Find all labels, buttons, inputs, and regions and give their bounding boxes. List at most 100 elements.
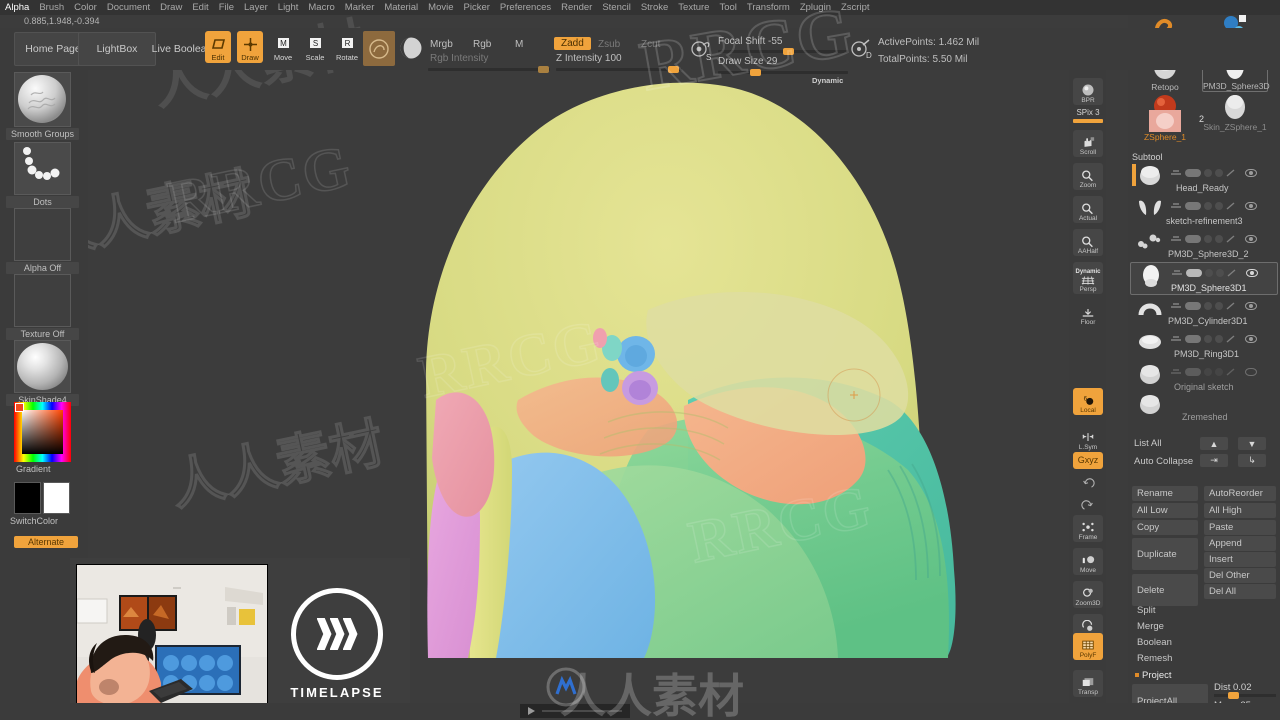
collapse-right-button[interactable]: ⇥ — [1200, 454, 1228, 467]
tool-item-skin-zsphere[interactable]: Skin_ZSphere_1 — [1202, 92, 1268, 132]
mode-dot[interactable] — [1215, 367, 1223, 376]
actual-button[interactable]: Actual — [1073, 196, 1103, 223]
material-thumbnail[interactable] — [14, 340, 71, 393]
rgb-toggle[interactable]: Rgb — [473, 39, 491, 50]
switch-color-block[interactable]: SwitchColor — [10, 482, 71, 527]
lsym-button[interactable]: L.Sym — [1073, 425, 1103, 452]
rgb-intensity-slider[interactable] — [428, 66, 550, 73]
merge-button[interactable]: Merge — [1132, 618, 1276, 634]
edit-button[interactable]: Edit — [205, 31, 231, 63]
draw-button[interactable]: Draw — [237, 31, 263, 63]
stroke-selector[interactable]: Dots — [6, 142, 79, 208]
eye-icon[interactable] — [1245, 234, 1257, 243]
stroke-thumbnail[interactable]: S — [689, 38, 713, 62]
table-row[interactable]: Head_Ready — [1130, 163, 1278, 196]
zoom3d-button[interactable]: Zoom3D — [1073, 581, 1103, 608]
scroll-button[interactable]: Scroll — [1073, 130, 1103, 157]
table-row[interactable]: sketch-refinement3 — [1130, 196, 1278, 229]
move-nav-button[interactable]: Move — [1073, 548, 1103, 575]
mode-dot[interactable] — [1204, 367, 1212, 376]
menu-item[interactable]: Preferences — [495, 0, 556, 15]
tool-item-zsphere-1[interactable]: 2 ZSphere_1 — [1132, 110, 1204, 142]
alternate-button[interactable]: Alternate — [14, 536, 78, 548]
eye-icon[interactable] — [1245, 301, 1257, 310]
subtool-row-icons[interactable] — [1170, 366, 1274, 377]
menubar[interactable]: Alpha Brush Color Document Draw Edit Fil… — [0, 0, 1280, 15]
visibility-toggle[interactable] — [1185, 301, 1201, 310]
alpha-selector[interactable]: Alpha Off — [6, 208, 79, 274]
mode-dot[interactable] — [1204, 201, 1212, 210]
mode-dot[interactable] — [1215, 334, 1223, 343]
main-color-swatch[interactable] — [14, 482, 41, 514]
boolean-button[interactable]: Boolean — [1132, 634, 1276, 650]
menu-item[interactable]: Transform — [742, 0, 795, 15]
menu-item[interactable]: Zplugin — [795, 0, 836, 15]
scale-button[interactable]: S Scale — [302, 31, 328, 63]
duplicate-button[interactable]: Duplicate — [1132, 538, 1198, 570]
material-selector[interactable]: SkinShade4 — [6, 340, 79, 406]
dist-slider[interactable] — [1214, 692, 1276, 699]
menu-item[interactable]: Tool — [714, 0, 741, 15]
texture-thumbnail[interactable] — [14, 274, 71, 327]
persp-button[interactable]: Dynamic Persp — [1073, 262, 1103, 294]
subtool-thumbnail[interactable] — [1136, 393, 1164, 415]
skin-zsphere-thumbnail[interactable] — [1218, 92, 1252, 122]
color-wheel[interactable] — [14, 402, 71, 462]
remesh-button[interactable]: Remesh — [1132, 650, 1276, 666]
focal-shift-knob[interactable] — [783, 48, 794, 55]
subtool-row-icons[interactable] — [1170, 333, 1274, 344]
zadd-toggle[interactable]: Zadd — [554, 37, 591, 50]
subtool-row-icons[interactable] — [1171, 267, 1275, 278]
secondary-color-swatch[interactable] — [43, 482, 70, 514]
draw-size-slider[interactable] — [718, 69, 848, 76]
subtool-thumbnail[interactable] — [1136, 230, 1164, 252]
menu-item[interactable]: Layer — [239, 0, 273, 15]
redo-button[interactable] — [1073, 492, 1103, 514]
rgb-intensity-knob[interactable] — [538, 66, 549, 73]
subtool-row-icons[interactable] — [1170, 233, 1274, 244]
del-all-button[interactable]: Del All — [1204, 584, 1276, 599]
move-down-button[interactable]: ▼ — [1238, 437, 1266, 450]
mode-dot[interactable] — [1216, 268, 1224, 277]
z-intensity-knob[interactable] — [668, 66, 679, 73]
mode-dot[interactable] — [1204, 168, 1212, 177]
auto-collapse-label[interactable]: Auto Collapse — [1134, 456, 1193, 467]
frame-button[interactable]: Frame — [1073, 515, 1103, 542]
menu-item[interactable]: Texture — [673, 0, 714, 15]
insert-button[interactable]: Insert — [1204, 552, 1276, 567]
list-all-label[interactable]: List All — [1134, 438, 1161, 449]
mode-dot[interactable] — [1205, 268, 1213, 277]
menu-item[interactable]: Edit — [187, 0, 213, 15]
dist-knob[interactable] — [1228, 692, 1239, 699]
copy-button[interactable]: Copy — [1132, 520, 1198, 535]
visibility-toggle[interactable] — [1185, 168, 1201, 177]
menu-item[interactable]: Macro — [303, 0, 339, 15]
mode-dot[interactable] — [1204, 334, 1212, 343]
dist-slider-wrap[interactable]: Dist 0.02 — [1214, 682, 1276, 699]
menu-item[interactable]: Document — [102, 0, 155, 15]
mode-dot[interactable] — [1215, 168, 1223, 177]
table-row[interactable]: PM3D_Sphere3D_2 — [1130, 229, 1278, 262]
menu-item[interactable]: Brush — [34, 0, 69, 15]
spix-control[interactable]: SPix 3 — [1073, 108, 1103, 127]
zcut-toggle[interactable]: Zcut — [641, 39, 660, 50]
floor-button[interactable]: Floor — [1073, 300, 1103, 327]
alpha-thumbnail[interactable] — [14, 208, 71, 261]
menu-item[interactable]: Picker — [459, 0, 495, 15]
eye-icon[interactable] — [1245, 201, 1257, 210]
current-material-thumbnail[interactable] — [399, 33, 423, 63]
mode-dot[interactable] — [1215, 301, 1223, 310]
menu-item[interactable]: Marker — [340, 0, 380, 15]
alternate-label[interactable]: Alternate — [14, 536, 78, 548]
mode-dot[interactable] — [1204, 301, 1212, 310]
visibility-toggle[interactable] — [1185, 201, 1201, 210]
del-other-button[interactable]: Del Other — [1204, 568, 1276, 583]
paste-button[interactable]: Paste — [1204, 520, 1276, 535]
table-row[interactable]: PM3D_Cylinder3D1 — [1130, 296, 1278, 329]
m-toggle[interactable]: M — [515, 39, 523, 50]
color-picker[interactable]: Gradient — [14, 402, 71, 475]
subtool-row-icons[interactable] — [1170, 167, 1274, 178]
table-row[interactable]: PM3D_Ring3D1 — [1130, 329, 1278, 362]
eye-icon[interactable] — [1245, 334, 1257, 343]
table-row[interactable]: PM3D_Sphere3D1 — [1130, 262, 1278, 295]
